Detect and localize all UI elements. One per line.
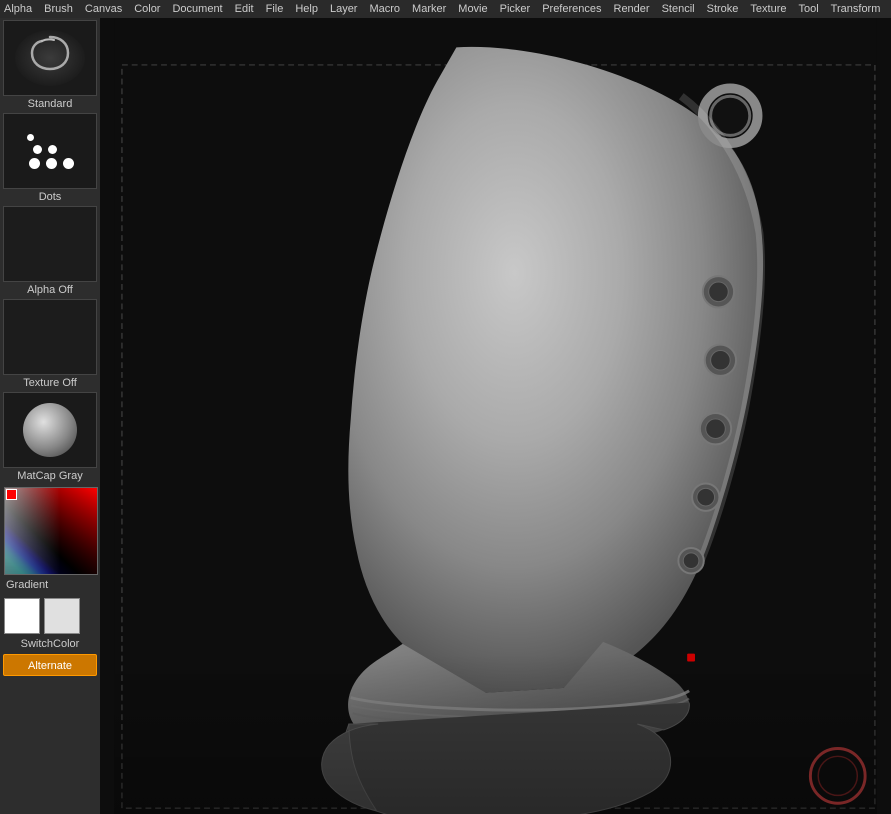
- matcap-label: MatCap Gray: [2, 468, 98, 484]
- dots-icon: [19, 126, 82, 177]
- menu-stroke[interactable]: Stroke: [707, 3, 739, 15]
- menu-brush[interactable]: Brush: [44, 3, 73, 15]
- matcap-preview: [3, 392, 97, 468]
- sidebar-item-texture[interactable]: Texture Off: [2, 299, 98, 391]
- sidebar-item-matcap[interactable]: MatCap Gray: [2, 392, 98, 484]
- sidebar-item-brush[interactable]: Standard: [2, 20, 98, 112]
- stroke-preview: [3, 113, 97, 189]
- secondary-color-swatch[interactable]: [44, 598, 80, 634]
- sidebar-item-alpha[interactable]: Alpha Off: [2, 206, 98, 298]
- stroke-label: Dots: [2, 189, 98, 205]
- main-area: Standard: [0, 18, 891, 814]
- matcap-sphere-icon: [23, 403, 77, 457]
- menu-color[interactable]: Color: [134, 3, 160, 15]
- menu-edit[interactable]: Edit: [235, 3, 254, 15]
- brush-preview: [3, 20, 97, 96]
- switch-color-label: SwitchColor: [19, 637, 82, 651]
- alternate-button[interactable]: Alternate: [3, 654, 97, 676]
- menu-tool[interactable]: Tool: [798, 3, 818, 15]
- color-cursor: [6, 489, 17, 500]
- primary-color-swatch[interactable]: [4, 598, 40, 634]
- sidebar-item-stroke[interactable]: Dots: [2, 113, 98, 205]
- menu-document[interactable]: Document: [172, 3, 222, 15]
- texture-preview: [3, 299, 97, 375]
- viewport-inner: [100, 18, 891, 814]
- gradient-label: Gradient: [4, 578, 50, 592]
- menu-stencil[interactable]: Stencil: [662, 3, 695, 15]
- menu-macro[interactable]: Macro: [369, 3, 400, 15]
- alternate-label: Alternate: [28, 660, 72, 672]
- menu-marker[interactable]: Marker: [412, 3, 446, 15]
- alpha-preview: [3, 206, 97, 282]
- menu-picker[interactable]: Picker: [500, 3, 531, 15]
- menu-preferences[interactable]: Preferences: [542, 3, 601, 15]
- menu-transform[interactable]: Transform: [831, 3, 881, 15]
- color-picker-section: Gradient: [2, 485, 98, 595]
- sidebar: Standard: [0, 18, 100, 814]
- 3d-model-viewport: [100, 18, 891, 814]
- menu-canvas[interactable]: Canvas: [85, 3, 122, 15]
- menu-alpha[interactable]: Alpha: [4, 3, 32, 15]
- menu-bar: Alpha Brush Canvas Color Document Edit F…: [0, 0, 891, 18]
- texture-label: Texture Off: [2, 375, 98, 391]
- switch-color-row: [2, 596, 98, 636]
- brush-label: Standard: [2, 96, 98, 112]
- alpha-label: Alpha Off: [2, 282, 98, 298]
- menu-layer[interactable]: Layer: [330, 3, 358, 15]
- brush-swirl-icon: [10, 27, 90, 89]
- menu-movie[interactable]: Movie: [458, 3, 487, 15]
- viewport[interactable]: [100, 18, 891, 814]
- menu-help[interactable]: Help: [295, 3, 318, 15]
- color-picker[interactable]: [4, 487, 98, 575]
- menu-texture[interactable]: Texture: [750, 3, 786, 15]
- menu-render[interactable]: Render: [614, 3, 650, 15]
- menu-file[interactable]: File: [266, 3, 284, 15]
